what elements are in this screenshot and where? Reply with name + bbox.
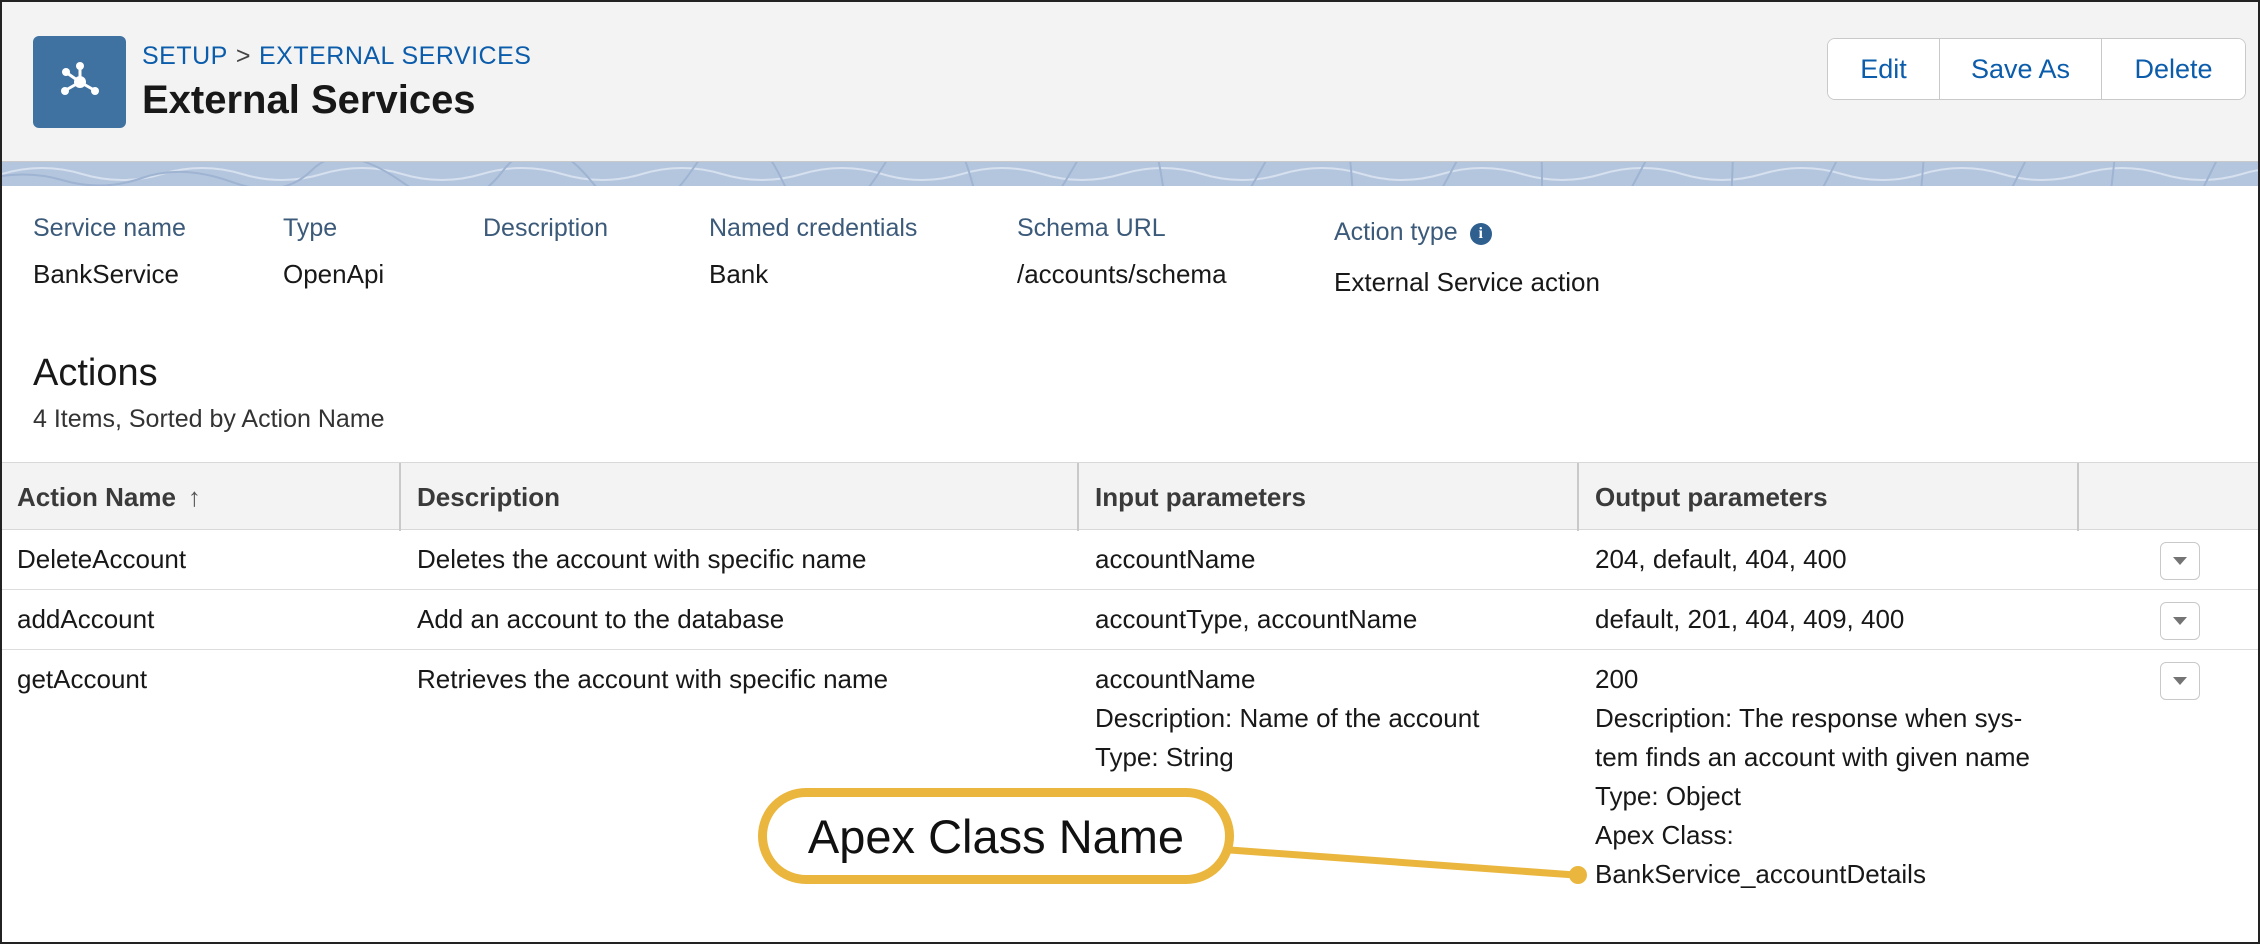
apex-class-name-callout: Apex Class Name [758,788,1234,884]
page-frame: SETUP > EXTERNAL SERVICES External Service… [0,0,2260,944]
